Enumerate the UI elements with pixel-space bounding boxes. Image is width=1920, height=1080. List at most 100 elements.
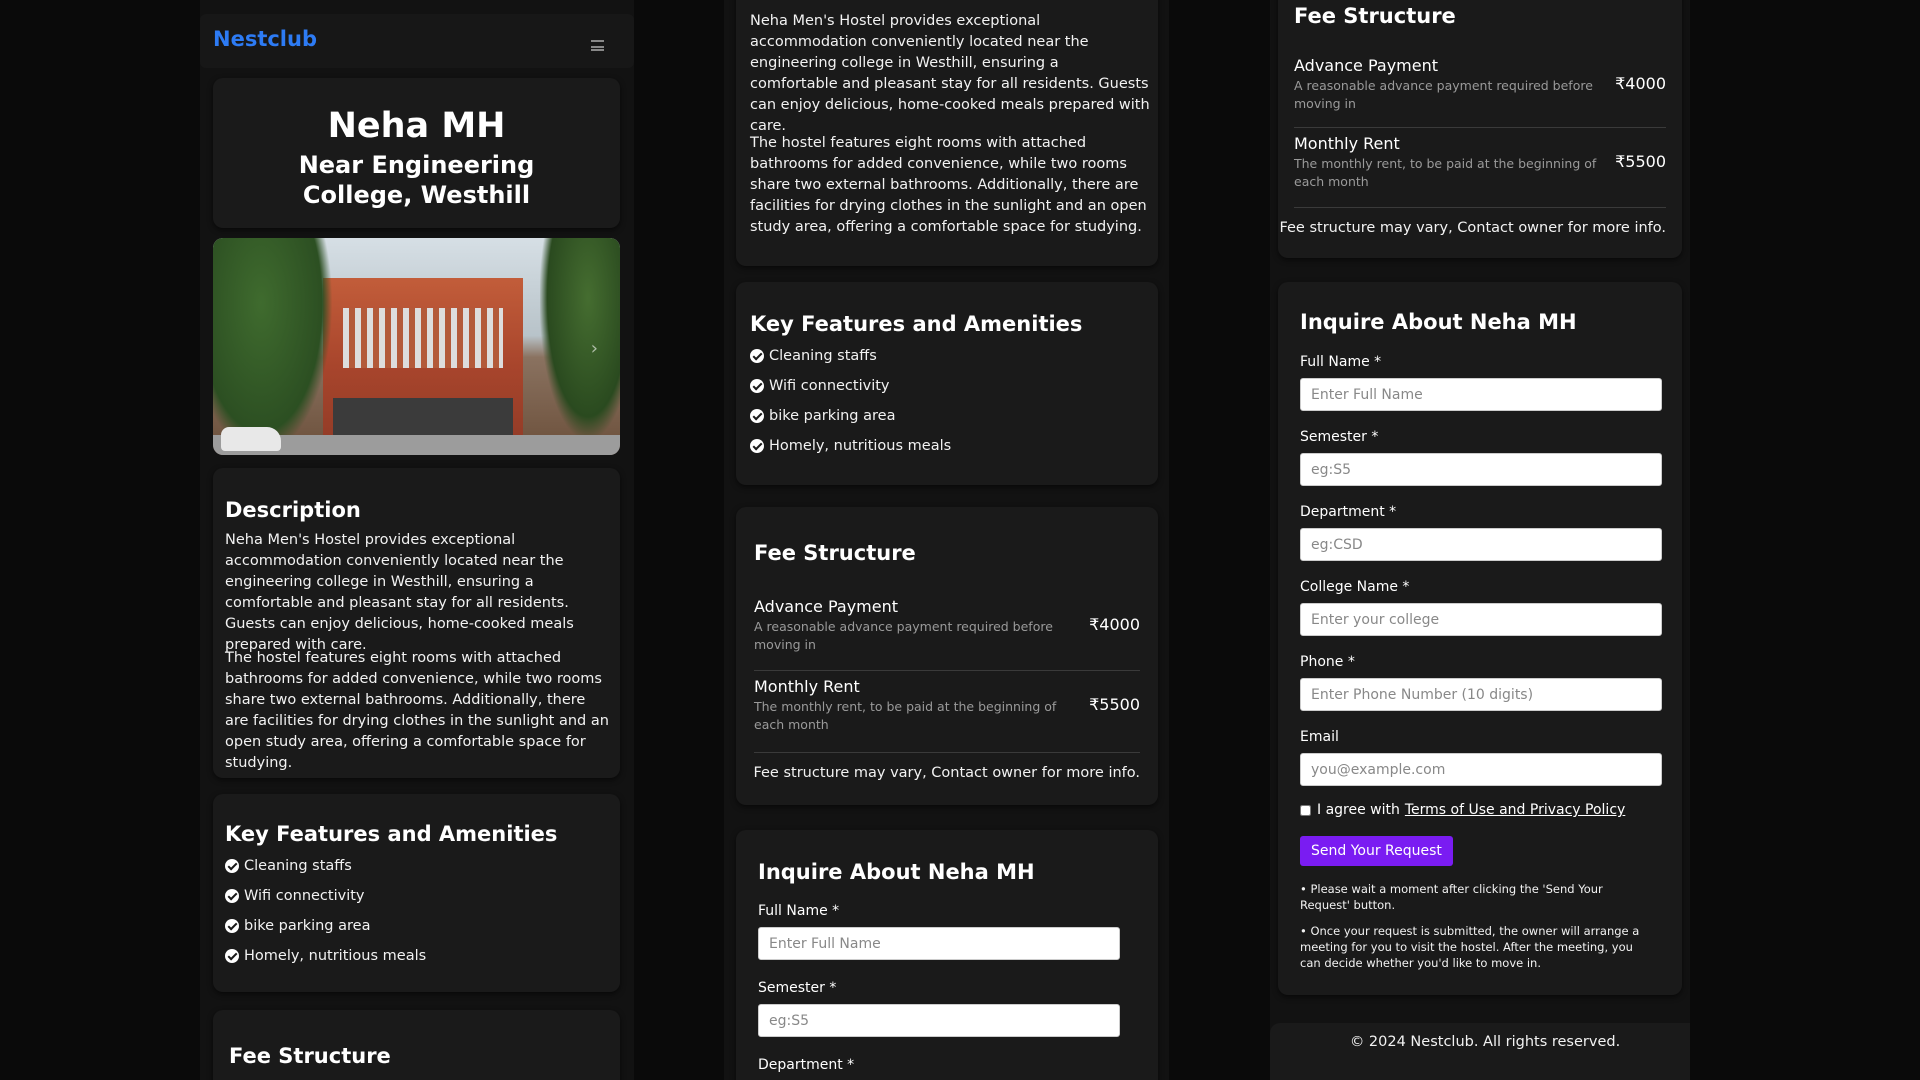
description-card: Neha Men's Hostel provides exceptional a… bbox=[736, 0, 1158, 266]
check-circle-icon bbox=[225, 859, 239, 873]
inquiry-card: Inquire About Neha MH Full Name * Semest… bbox=[736, 830, 1158, 1080]
check-circle-icon bbox=[750, 349, 764, 363]
college-name-label: College Name * bbox=[1300, 579, 1410, 595]
fee-row-monthly: Monthly Rent The monthly rent, to be pai… bbox=[1294, 134, 1666, 208]
request-note-1: • Please wait a moment after clicking th… bbox=[1300, 882, 1603, 912]
full-name-input[interactable] bbox=[1300, 378, 1662, 411]
request-note-2: • Once your request is submitted, the ow… bbox=[1300, 924, 1640, 970]
department-label: Department * bbox=[1300, 504, 1397, 520]
check-circle-icon bbox=[225, 919, 239, 933]
check-circle-icon bbox=[750, 439, 764, 453]
hostel-title-card: Neha MH Near Engineering College, Westhi… bbox=[213, 78, 620, 228]
inquiry-title: Inquire About Neha MH bbox=[1300, 310, 1577, 334]
full-name-label: Full Name * bbox=[1300, 354, 1382, 370]
features-title: Key Features and Amenities bbox=[750, 312, 1083, 336]
department-group: Department * bbox=[758, 1057, 854, 1080]
fee-note: Fee structure may vary, Contact owner fo… bbox=[753, 765, 1140, 781]
check-circle-icon bbox=[225, 949, 239, 963]
fee-description: The monthly rent, to be paid at the begi… bbox=[1294, 156, 1597, 189]
fee-title: Fee Structure bbox=[754, 541, 916, 565]
semester-label: Semester * bbox=[758, 980, 837, 996]
terms-link[interactable]: Terms of Use and Privacy Policy bbox=[1405, 802, 1625, 818]
description-card: Description Neha Men's Hostel provides e… bbox=[213, 468, 620, 778]
email-input[interactable] bbox=[1300, 753, 1662, 786]
semester-label: Semester * bbox=[1300, 429, 1379, 445]
copyright-text: © 2024 Nestclub. All rights reserved. bbox=[1349, 1034, 1621, 1050]
full-name-group: Full Name * bbox=[758, 903, 1120, 960]
feature-item: Cleaning staffs bbox=[750, 341, 951, 371]
feature-item: Homely, nutritious meals bbox=[225, 941, 426, 971]
semester-group: Semester * bbox=[1300, 429, 1662, 486]
department-input[interactable] bbox=[1300, 528, 1662, 561]
description-paragraph-2: The hostel features eight rooms with att… bbox=[225, 650, 609, 771]
send-request-button[interactable]: Send Your Request bbox=[1300, 836, 1453, 866]
college-name-input[interactable] bbox=[1300, 603, 1662, 636]
fee-title: Fee Structure bbox=[229, 1044, 391, 1068]
phone-label: Phone * bbox=[1300, 654, 1355, 670]
tree-image-shape-right bbox=[540, 238, 620, 438]
fee-note: Fee structure may vary, Contact owner fo… bbox=[1279, 220, 1666, 236]
check-circle-icon bbox=[225, 889, 239, 903]
fee-row-advance: Advance Payment A reasonable advance pay… bbox=[1294, 56, 1666, 128]
fee-label: Advance Payment bbox=[754, 597, 899, 616]
fee-card: Fee Structure Advance Payment A reasonab… bbox=[736, 507, 1158, 805]
mobile-view-middle: Neha Men's Hostel provides exceptional a… bbox=[724, 0, 1169, 1080]
phone-input[interactable] bbox=[1300, 678, 1662, 711]
hamburger-menu-icon[interactable] bbox=[591, 40, 604, 51]
description-paragraph-1: Neha Men's Hostel provides exceptional a… bbox=[225, 532, 574, 653]
fee-amount: ₹5500 bbox=[1615, 152, 1666, 171]
fee-amount: ₹4000 bbox=[1089, 615, 1140, 634]
description-paragraph-2: The hostel features eight rooms with att… bbox=[750, 135, 1147, 235]
hostel-name: Neha MH bbox=[327, 106, 506, 146]
mobile-view-bottom: Fee Structure Advance Payment A reasonab… bbox=[1270, 0, 1690, 1080]
features-card: Key Features and Amenities Cleaning staf… bbox=[213, 794, 620, 992]
fee-row-advance: Advance Payment A reasonable advance pay… bbox=[754, 597, 1140, 671]
description-title: Description bbox=[225, 498, 361, 522]
chevron-right-icon[interactable]: › bbox=[591, 338, 598, 359]
hostel-location: Near Engineering College, Westhill bbox=[298, 151, 535, 209]
check-circle-icon bbox=[750, 379, 764, 393]
fee-amount: ₹4000 bbox=[1615, 74, 1666, 93]
fee-card: Fee Structure Advance Payment A reasonab… bbox=[1278, 0, 1682, 258]
email-label: Email bbox=[1300, 729, 1339, 745]
feature-item: bike parking area bbox=[225, 911, 426, 941]
features-card: Key Features and Amenities Cleaning staf… bbox=[736, 282, 1158, 485]
agree-text: I agree with bbox=[1317, 802, 1400, 818]
email-group: Email bbox=[1300, 729, 1662, 786]
feature-item: bike parking area bbox=[750, 401, 951, 431]
phone-group: Phone * bbox=[1300, 654, 1662, 711]
fee-label: Advance Payment bbox=[1294, 56, 1439, 75]
department-group: Department * bbox=[1300, 504, 1662, 561]
inquiry-card: Inquire About Neha MH Full Name * Semest… bbox=[1278, 282, 1682, 995]
features-title: Key Features and Amenities bbox=[225, 822, 558, 846]
department-label: Department * bbox=[758, 1057, 855, 1073]
agree-checkbox[interactable] bbox=[1300, 804, 1311, 816]
car-image-shape bbox=[221, 427, 281, 451]
hostel-photo[interactable]: › bbox=[213, 238, 620, 455]
semester-input[interactable] bbox=[758, 1004, 1120, 1037]
semester-input[interactable] bbox=[1300, 453, 1662, 486]
full-name-input[interactable] bbox=[758, 927, 1120, 960]
fee-row-monthly: Monthly Rent The monthly rent, to be pai… bbox=[754, 677, 1140, 753]
full-name-label: Full Name * bbox=[758, 903, 840, 919]
tree-image-shape bbox=[213, 238, 333, 455]
full-name-group: Full Name * bbox=[1300, 354, 1662, 411]
fee-label: Monthly Rent bbox=[754, 677, 860, 696]
features-list: Cleaning staffs Wifi connectivity bike p… bbox=[750, 341, 951, 461]
inquiry-title: Inquire About Neha MH bbox=[758, 860, 1035, 884]
footer: © 2024 Nestclub. All rights reserved. bbox=[1270, 1023, 1690, 1080]
building-image-shape bbox=[323, 278, 523, 455]
fee-amount: ₹5500 bbox=[1089, 695, 1140, 714]
fee-label: Monthly Rent bbox=[1294, 134, 1400, 153]
check-circle-icon bbox=[750, 409, 764, 423]
description-paragraph-1: Neha Men's Hostel provides exceptional a… bbox=[750, 13, 1150, 134]
fee-description: The monthly rent, to be paid at the begi… bbox=[754, 699, 1057, 732]
semester-group: Semester * bbox=[758, 980, 1120, 1037]
fee-title: Fee Structure bbox=[1294, 4, 1456, 28]
feature-item: Wifi connectivity bbox=[225, 881, 426, 911]
brand-logo[interactable]: Nestclub bbox=[213, 27, 317, 51]
feature-item: Wifi connectivity bbox=[750, 371, 951, 401]
college-name-group: College Name * bbox=[1300, 579, 1662, 636]
feature-item: Cleaning staffs bbox=[225, 851, 426, 881]
agree-terms-row: I agree with Terms of Use and Privacy Po… bbox=[1300, 802, 1625, 818]
